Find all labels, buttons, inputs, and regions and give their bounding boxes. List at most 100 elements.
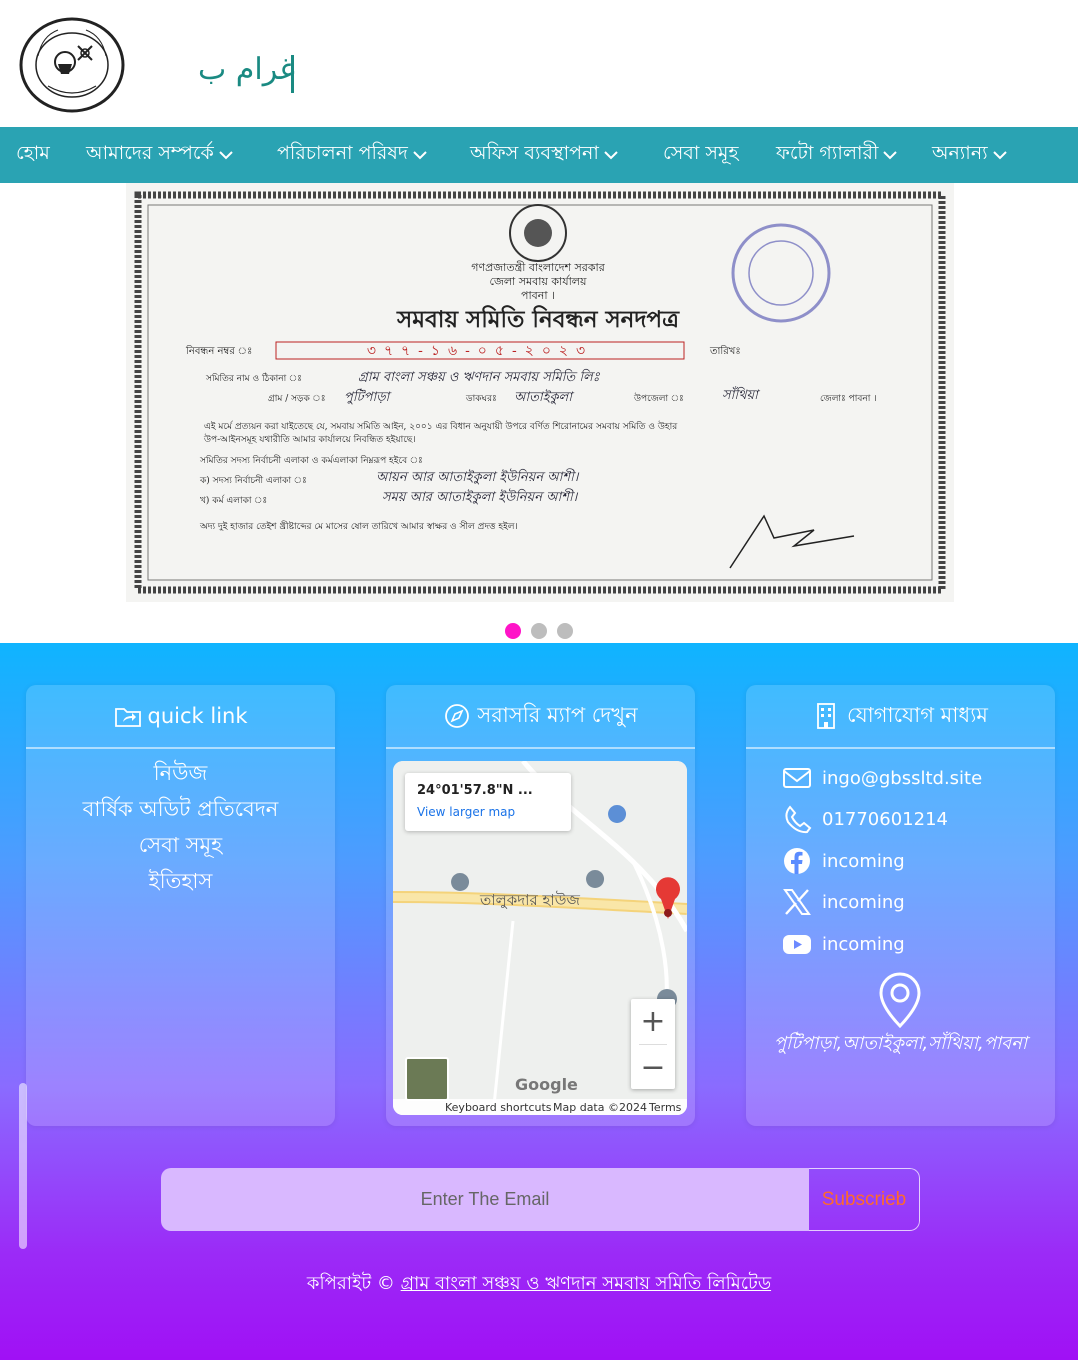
text-cursor: [291, 55, 294, 93]
zoom-out-button[interactable]: −: [631, 1045, 675, 1089]
chevron-down-icon: [219, 151, 233, 160]
copyright-link[interactable]: গ্রাম বাংলা সঞ্চয় ও ঋণদান সমবায় সমিতি …: [401, 1273, 771, 1294]
cert-upazila-value: সাঁথিয়া: [722, 386, 761, 403]
brand-title: غرام ب: [198, 52, 295, 87]
nav-item-label: হোম: [16, 142, 50, 164]
embedded-map[interactable]: তালুকদার হাউজ 24°01'57.8"N ... View larg…: [393, 761, 687, 1115]
quick-link-audit-report[interactable]: বার্ষিক অডিট প্রতিবেদন: [26, 791, 335, 827]
nav-item-label: আমাদের সম্পর্কে: [86, 142, 214, 164]
chevron-down-icon: [604, 151, 618, 160]
cert-gov: গণপ্রজাতন্ত্রী বাংলাদেশ সরকার: [471, 261, 605, 274]
cert-area-a-value: আয়ন আর আতাইকুলা ইউনিয়ন আশী।: [376, 468, 580, 486]
cert-area-a-label: ক) সদস্য নির্বাচনী এলাকা ঃ: [199, 474, 307, 486]
cert-body-line1: এই মর্মে প্রত্যয়ন করা যাইতেছে যে, সমবায…: [204, 420, 678, 432]
map-header: সরাসরি ম্যাপ দেখুন: [386, 685, 695, 749]
address-text: পুটিপাড়া,আতাইকুলা,সাঁথিয়া,পাবনা: [773, 1033, 1028, 1054]
quick-link-services[interactable]: সেবা সমূহ: [26, 827, 335, 863]
subscribe-email-input[interactable]: [161, 1168, 809, 1231]
cert-reg-number: ৩৭৭-১৬-০৫-২০২৩: [367, 343, 593, 359]
google-logo: Google: [515, 1075, 578, 1094]
slider-dots: [505, 623, 573, 639]
compass-icon: [445, 704, 470, 728]
building-icon: [817, 703, 835, 729]
terms-link[interactable]: Terms: [649, 1101, 681, 1114]
map-data-text: Map data ©2024: [553, 1101, 647, 1114]
subscribe-button[interactable]: Subscrieb: [809, 1168, 920, 1231]
map-info-box: 24°01'57.8"N ... View larger map: [405, 773, 571, 831]
cert-area-b-label: খ) কর্ম এলাকা ঃ: [200, 495, 267, 506]
quick-links-card: quick link নিউজ বার্ষিক অডিট প্রতিবেদন স…: [26, 685, 335, 1126]
chevron-down-icon: [992, 151, 1007, 160]
nav-item-label: ফটো গ্যালারী: [776, 142, 879, 164]
phone-text: 01770601214: [822, 808, 948, 830]
cert-name-value: গ্রাম বাংলা সঞ্চয় ও ঋণদান সমবায় সমিতি …: [358, 368, 601, 385]
chevron-down-icon: [413, 151, 427, 160]
satellite-toggle[interactable]: [405, 1057, 449, 1101]
nav-item-services[interactable]: সেবা সমূহ: [663, 127, 738, 183]
cert-footer-line: অদ্য দুই হাজার তেইশ খ্রীষ্টাব্দের মে মাস…: [199, 520, 518, 532]
contact-title: যোগাযোগ মাধ্যম: [847, 702, 988, 727]
facebook-text: incoming: [822, 850, 905, 872]
slider-dot[interactable]: [505, 623, 521, 639]
zoom-in-button[interactable]: +: [631, 999, 675, 1043]
cert-village-value: পুটিপাড়া: [344, 388, 393, 406]
quick-links-list: নিউজ বার্ষিক অডিট প্রতিবেদন সেবা সমূহ ইত…: [26, 755, 335, 899]
main-navigation: হোম আমাদের সম্পর্কে পরিচালনা পরিষদ অফিস …: [0, 127, 1078, 183]
quick-link-news[interactable]: নিউজ: [26, 755, 335, 791]
cert-name-label: সমিতির নাম ও ঠিকানা ঃ: [205, 372, 302, 384]
map-title: সরাসরি ম্যাপ দেখুন: [477, 702, 638, 727]
contact-email[interactable]: ingo@gbssltd.site: [782, 763, 982, 793]
contact-facebook[interactable]: incoming: [782, 846, 905, 876]
nav-item-label: পরিচালনা পরিষদ: [277, 142, 408, 164]
contact-phone[interactable]: 01770601214: [782, 804, 948, 834]
slider-dot[interactable]: [531, 623, 547, 639]
cert-office: জেলা সমবায় কার্যালয়: [490, 275, 587, 288]
keyboard-shortcuts-link[interactable]: Keyboard shortcuts: [445, 1101, 552, 1114]
nav-item-office[interactable]: অফিস ব্যবস্থাপনা: [470, 127, 619, 183]
copyright: কপিরাইট © গ্রাম বাংলা সঞ্চয় ও ঋণদান সমব…: [0, 1269, 1078, 1300]
email-text: ingo@gbssltd.site: [822, 767, 983, 789]
location-pin-icon: [879, 972, 921, 1029]
nav-item-others[interactable]: অন্যান্য: [932, 127, 1008, 183]
x-icon: [783, 889, 811, 915]
nav-item-label: সেবা সমূহ: [663, 142, 739, 164]
cert-date-label: তারিখঃ: [709, 345, 741, 357]
view-larger-map-link[interactable]: View larger map: [417, 805, 515, 819]
nav-item-board[interactable]: পরিচালনা পরিষদ: [277, 127, 428, 183]
phone-icon: [785, 805, 812, 834]
cert-post-value: আতাইকুলা: [514, 389, 575, 406]
quick-link-history[interactable]: ইতিহাস: [26, 863, 335, 899]
site-footer: quick link নিউজ বার্ষিক অডিট প্রতিবেদন স…: [0, 643, 1078, 1360]
cert-district: পাবনা ।: [521, 289, 555, 302]
site-header: غرام ب: [0, 0, 1078, 127]
facebook-icon: [784, 848, 810, 874]
cert-dist-label: জেলাঃ পাবনা ।: [820, 394, 876, 404]
registration-certificate-image: গণপ্রজাতন্ত্রী বাংলাদেশ সরকার জেলা সমবায…: [126, 183, 954, 602]
cert-body-line2: উপ-আইনসমূহ যথারীতি আমার কার্যালয়ে নিবন্…: [203, 433, 416, 445]
nav-item-home[interactable]: হোম: [16, 127, 50, 183]
nav-item-about[interactable]: আমাদের সম্পর্কে: [86, 127, 234, 183]
mail-icon: [783, 768, 811, 788]
cert-title: সমবায় সমিতি নিবন্ধন সনদপত্র: [396, 305, 680, 333]
map-attribution-bar: Keyboard shortcuts Map data ©2024 Terms: [393, 1099, 687, 1115]
nav-item-label: অফিস ব্যবস্থাপনা: [470, 142, 599, 164]
cert-post-label: ডাকঘরঃ: [465, 394, 497, 404]
cert-reg-label: নিবন্ধন নম্বর ঃ: [185, 345, 252, 357]
scrollbar[interactable]: [19, 1083, 27, 1249]
chevron-down-icon: [883, 151, 898, 160]
society-logo[interactable]: [18, 16, 126, 114]
slider-dot[interactable]: [557, 623, 573, 639]
cert-village-label: গ্রাম / সড়ক ঃ: [268, 394, 326, 404]
subscribe-form: Subscrieb: [161, 1168, 920, 1231]
cert-upazila-label: উপজেলা ঃ: [633, 392, 684, 404]
quick-links-header: quick link: [26, 685, 335, 749]
map-zoom-control: + −: [631, 999, 675, 1089]
contact-x[interactable]: incoming: [782, 887, 905, 917]
contact-youtube[interactable]: incoming: [782, 929, 905, 959]
map-coordinates: 24°01'57.8"N ...: [417, 783, 533, 798]
nav-item-gallery[interactable]: ফটো গ্যালারী: [776, 127, 898, 183]
cert-area-b-value: সময় আর আতাইকুলা ইউনিয়ন আশী।: [382, 488, 579, 506]
youtube-text: incoming: [822, 933, 905, 955]
quick-links-title: quick link: [147, 704, 248, 728]
contact-card: যোগাযোগ মাধ্যম ingo@gbssltd.site 0177060…: [746, 685, 1055, 1126]
